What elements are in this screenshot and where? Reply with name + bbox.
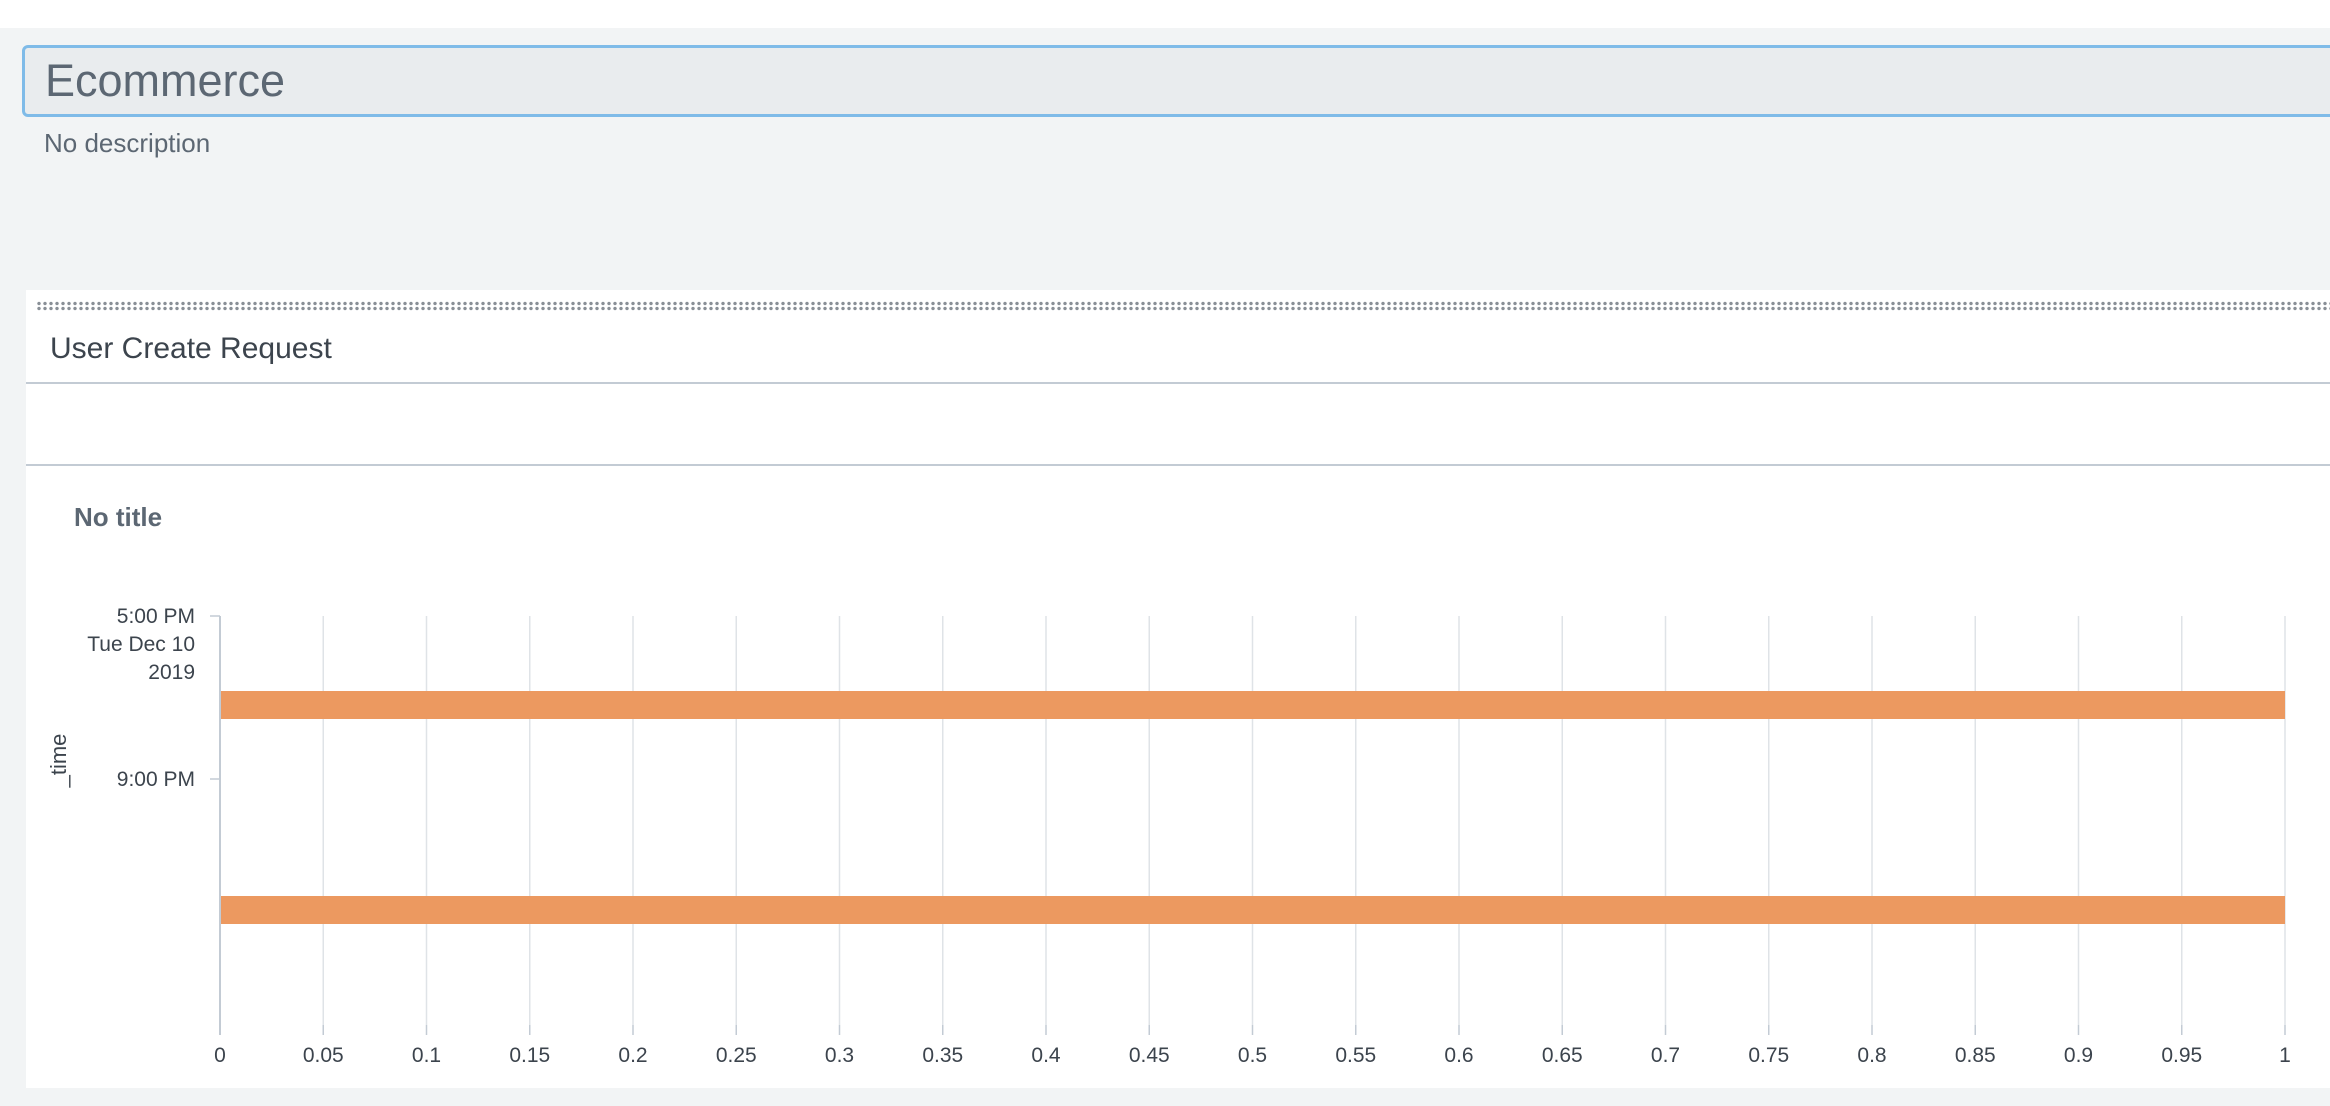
top-bar: [0, 0, 2330, 28]
x-tick-label: 0.15: [509, 1044, 550, 1067]
x-tick-label: 0: [214, 1044, 226, 1067]
y-axis-title: _time: [46, 734, 71, 789]
x-tick-label: 0.4: [1031, 1044, 1061, 1067]
panel-title: User Create Request: [50, 332, 332, 365]
dashboard-description: No description: [44, 128, 211, 158]
panel-title-divider: [26, 382, 2330, 384]
x-tick-label: 0.45: [1129, 1044, 1170, 1067]
chart-axes: [210, 615, 2286, 1035]
y-tick-label: Tue Dec 10: [87, 633, 195, 656]
x-tick-label: 0.5: [1238, 1044, 1267, 1067]
dashboard-title-input[interactable]: [22, 45, 2330, 117]
x-tick-label: 0.3: [825, 1044, 854, 1067]
panel-drag-handle[interactable]: [36, 301, 2330, 311]
x-tick-label: 0.65: [1542, 1044, 1583, 1067]
x-tick-label: 0.8: [1857, 1044, 1886, 1067]
x-tick-label: 0.85: [1955, 1044, 1996, 1067]
y-tick-label: 5:00 PM: [117, 605, 195, 628]
x-tick-label: 0.6: [1444, 1044, 1473, 1067]
chart-gridlines: [322, 616, 2286, 1025]
visualization-title: No title: [74, 502, 163, 532]
x-tick-label: 0.7: [1651, 1044, 1680, 1067]
bar-chart: 0 0.05 0.1 0.15 0.2 0.25 0.3 0.35 0.4 0.45 0.5 0.55…: [46, 605, 2291, 1067]
x-tick-label: 0.25: [716, 1044, 757, 1067]
bar[interactable]: [221, 896, 2285, 924]
x-tick-label: 0.9: [2064, 1044, 2093, 1067]
x-tick-label: 1: [2279, 1044, 2291, 1067]
x-tick-label: 0.2: [618, 1044, 647, 1067]
x-tick-label: 0.05: [303, 1044, 344, 1067]
x-tick-label: 0.75: [1748, 1044, 1789, 1067]
dashboard-panel: User Create Request No title 0 0.05 0.1 0.1…: [26, 290, 2330, 1088]
x-tick-label: 0.1: [412, 1044, 441, 1067]
panel-inputs-divider: [26, 464, 2330, 466]
y-tick-label: 2019: [148, 661, 195, 684]
chart-labels: 0 0.05 0.1 0.15 0.2 0.25 0.3 0.35 0.4 0.45 0.5 0.55…: [46, 605, 2291, 1067]
x-tick-label: 0.95: [2161, 1044, 2202, 1067]
bar[interactable]: [221, 691, 2285, 719]
x-tick-label: 0.35: [922, 1044, 963, 1067]
y-tick-label: 9:00 PM: [117, 768, 195, 791]
x-tick-label: 0.55: [1335, 1044, 1376, 1067]
